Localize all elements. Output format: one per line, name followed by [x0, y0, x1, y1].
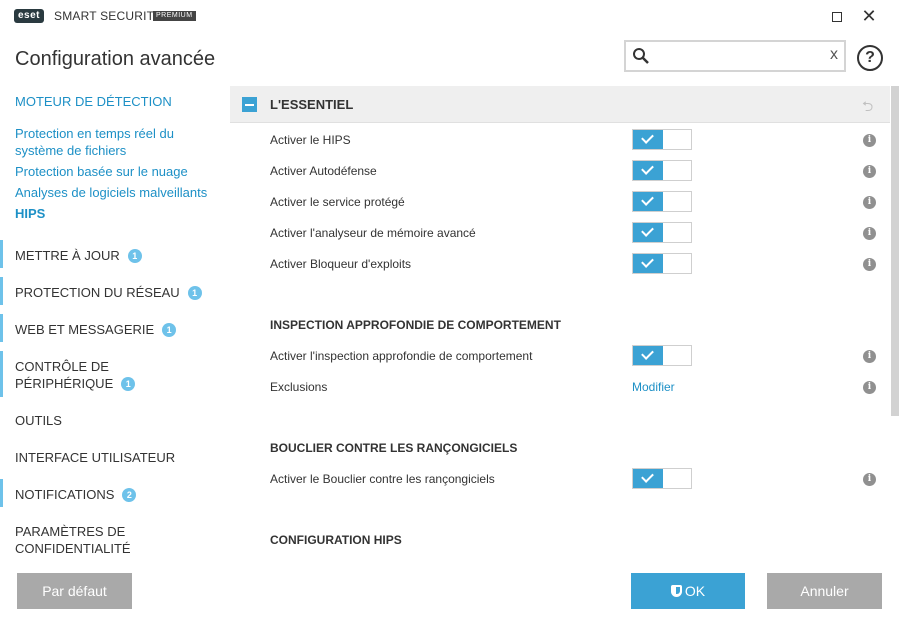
minus-icon	[245, 103, 254, 106]
close-icon: ✕	[861, 6, 877, 26]
info-icon[interactable]: i	[863, 134, 876, 147]
sidebar-item-detection-engine[interactable]: MOTEUR DE DÉTECTION	[0, 93, 230, 110]
close-window-button[interactable]: ✕	[858, 6, 880, 26]
notification-badge: 2	[122, 488, 137, 502]
setting-label: Activer Bloqueur d'exploits	[270, 257, 412, 271]
subsection-title: BOUCLIER CONTRE LES RANÇONGICIELS	[270, 441, 518, 455]
modify-exclusions-link[interactable]: Modifier	[632, 380, 675, 394]
info-icon[interactable]: i	[863, 196, 876, 209]
section-header[interactable]: L'ESSENTIEL ⮌	[230, 86, 890, 123]
sidebar-item-web-mail[interactable]: WEB ET MESSAGERIE 1	[0, 321, 230, 338]
sidebar-subitem-hips[interactable]: HIPS	[0, 205, 230, 222]
sidebar-item-device-control[interactable]: CONTRÔLE DE PÉRIPHÉRIQUE 1	[0, 358, 150, 392]
ok-label: OK	[684, 583, 706, 599]
toggle-ransomware-shield[interactable]	[632, 468, 692, 489]
toggle-self-defense[interactable]	[632, 160, 692, 181]
default-button[interactable]: Par défaut	[17, 573, 132, 609]
sidebar-subitem-cloud[interactable]: Protection basée sur le nuage	[0, 163, 230, 180]
sidebar-item-notifications[interactable]: NOTIFICATIONS 2	[0, 486, 230, 503]
sidebar-item-update[interactable]: METTRE À JOUR 1	[0, 247, 230, 264]
setting-label: Activer Autodéfense	[270, 164, 377, 178]
settings-panel: L'ESSENTIEL ⮌ Activer le HIPS i Activer …	[230, 86, 890, 556]
notification-badge: 1	[162, 323, 177, 337]
sidebar-subitem-malware-scans[interactable]: Analyses de logiciels malveillants	[0, 184, 230, 201]
info-icon[interactable]: i	[863, 350, 876, 363]
toggle-hips[interactable]	[632, 129, 692, 150]
notification-badge: 1	[187, 286, 202, 300]
setting-label: Exclusions	[270, 380, 328, 394]
setting-label: Activer le HIPS	[270, 133, 351, 147]
sidebar-item-user-interface[interactable]: INTERFACE UTILISATEUR	[0, 449, 230, 466]
setting-label: Activer le service protégé	[270, 195, 405, 209]
cancel-button[interactable]: Annuler	[767, 573, 882, 609]
scrollbar[interactable]	[890, 86, 900, 556]
info-icon[interactable]: i	[863, 165, 876, 178]
search-input[interactable]	[654, 46, 814, 66]
maximize-button[interactable]	[826, 6, 848, 26]
sidebar-item-label: NOTIFICATIONS	[15, 487, 115, 502]
ok-button[interactable]: OK	[631, 573, 745, 609]
revert-icon[interactable]: ⮌	[862, 96, 873, 120]
sidebar-item-privacy[interactable]: PARAMÈTRES DE CONFIDENTIALITÉ	[0, 523, 140, 557]
shield-icon	[670, 585, 682, 597]
info-icon[interactable]: i	[863, 473, 876, 486]
notification-badge: 1	[127, 249, 142, 263]
section-title: L'ESSENTIEL	[270, 97, 354, 112]
edition-badge: PREMIUM	[153, 11, 196, 21]
clear-search-icon[interactable]: x	[830, 46, 838, 64]
info-icon[interactable]: i	[863, 227, 876, 240]
maximize-icon	[832, 12, 842, 23]
sidebar-subitem-realtime[interactable]: Protection en temps réel du système de f…	[0, 125, 200, 159]
eset-logo: eset	[14, 9, 45, 23]
sidebar-item-label: CONTRÔLE DE PÉRIPHÉRIQUE	[15, 359, 114, 391]
sidebar-item-network[interactable]: PROTECTION DU RÉSEAU 1	[0, 284, 230, 301]
search-box[interactable]: x	[624, 40, 846, 72]
sidebar-item-tools[interactable]: OUTILS	[0, 412, 230, 429]
sidebar-item-label: PROTECTION DU RÉSEAU	[15, 285, 180, 300]
toggle-exploit-blocker[interactable]	[632, 253, 692, 274]
sidebar-item-label: WEB ET MESSAGERIE	[15, 322, 155, 337]
subsection-title: CONFIGURATION HIPS	[270, 533, 402, 547]
info-icon[interactable]: i	[863, 258, 876, 271]
subsection-title: INSPECTION APPROFONDIE DE COMPORTEMENT	[270, 318, 561, 332]
info-icon[interactable]: i	[863, 381, 876, 394]
collapse-button[interactable]	[242, 97, 257, 112]
setting-label: Activer le Bouclier contre les rançongic…	[270, 472, 495, 486]
toggle-protected-service[interactable]	[632, 191, 692, 212]
sidebar-item-label: METTRE À JOUR	[15, 248, 120, 263]
toggle-memory-scanner[interactable]	[632, 222, 692, 243]
search-icon	[633, 48, 649, 64]
sidebar: MOTEUR DE DÉTECTION Protection en temps …	[0, 86, 230, 556]
setting-label: Activer l'analyseur de mémoire avancé	[270, 226, 476, 240]
page-title: Configuration avancée	[15, 48, 216, 70]
product-name: SMART SECURITY	[54, 9, 163, 23]
setting-label: Activer l'inspection approfondie de comp…	[270, 349, 533, 363]
help-button[interactable]: ?	[857, 45, 883, 71]
title-bar: eset SMART SECURITY PREMIUM ✕	[0, 0, 900, 34]
toggle-deep-inspection[interactable]	[632, 345, 692, 366]
notification-badge: 1	[121, 377, 136, 391]
scrollbar-thumb[interactable]	[891, 86, 899, 416]
